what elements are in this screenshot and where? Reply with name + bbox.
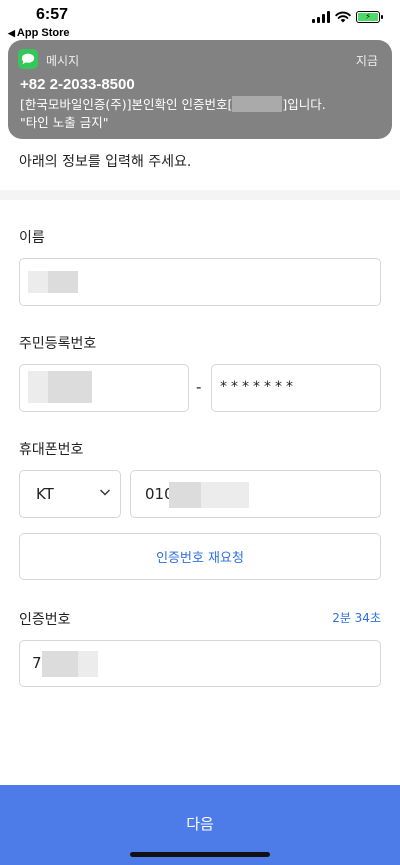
status-icons: ⚡ [312,11,383,23]
redacted-name [28,271,50,293]
status-bar: 6:57 ◀ App Store ⚡ [0,0,400,40]
wifi-icon [335,11,351,23]
redacted-phone-number [169,482,201,508]
back-to-app-store[interactable]: ◀ App Store [8,27,69,39]
cellular-signal-icon [312,11,330,23]
messages-icon [18,49,38,69]
countdown-timer: 2분 34초 [332,611,381,625]
verification-code-prefix: 7 [32,654,42,672]
redacted-resident-front [28,371,48,403]
resident-number-front-input[interactable] [19,364,189,412]
resend-code-button[interactable]: 인증번호 재요청 [19,533,381,580]
resident-number-back-masked: ******* [220,379,297,395]
carrier-value: KT [36,485,54,503]
back-arrow-icon: ◀ [8,28,15,38]
notification-time: 지금 [355,54,378,68]
section-divider [0,190,400,200]
chevron-down-icon [100,489,110,496]
notification-body: [한국모바일인증(주)]본인확인 인증번호[]입니다. "타인 노출 금지" [20,96,326,130]
phone-label: 휴대폰번호 [19,442,84,458]
intro-text: 아래의 정보를 입력해 주세요. [19,154,192,170]
verification-code-input[interactable]: 7 [19,640,381,687]
name-label: 이름 [19,230,45,246]
message-notification[interactable]: 메시지 지금 +82 2-2033-8500 [한국모바일인증(주)]본인확인 … [8,40,392,139]
redacted-code [232,96,283,112]
resident-number-label: 주민등록번호 [19,336,97,352]
notification-app-name: 메시지 [46,54,80,68]
redacted-verification-code [42,651,78,677]
home-indicator [130,852,270,857]
battery-charging-icon: ⚡ [356,11,383,23]
verification-code-label: 인증번호 [19,612,71,628]
name-input[interactable] [19,258,381,306]
clock: 6:57 [36,6,69,23]
resident-number-separator: - [196,378,202,396]
notification-sender: +82 2-2033-8500 [20,76,135,93]
phone-number-input[interactable]: 010 [130,470,381,518]
